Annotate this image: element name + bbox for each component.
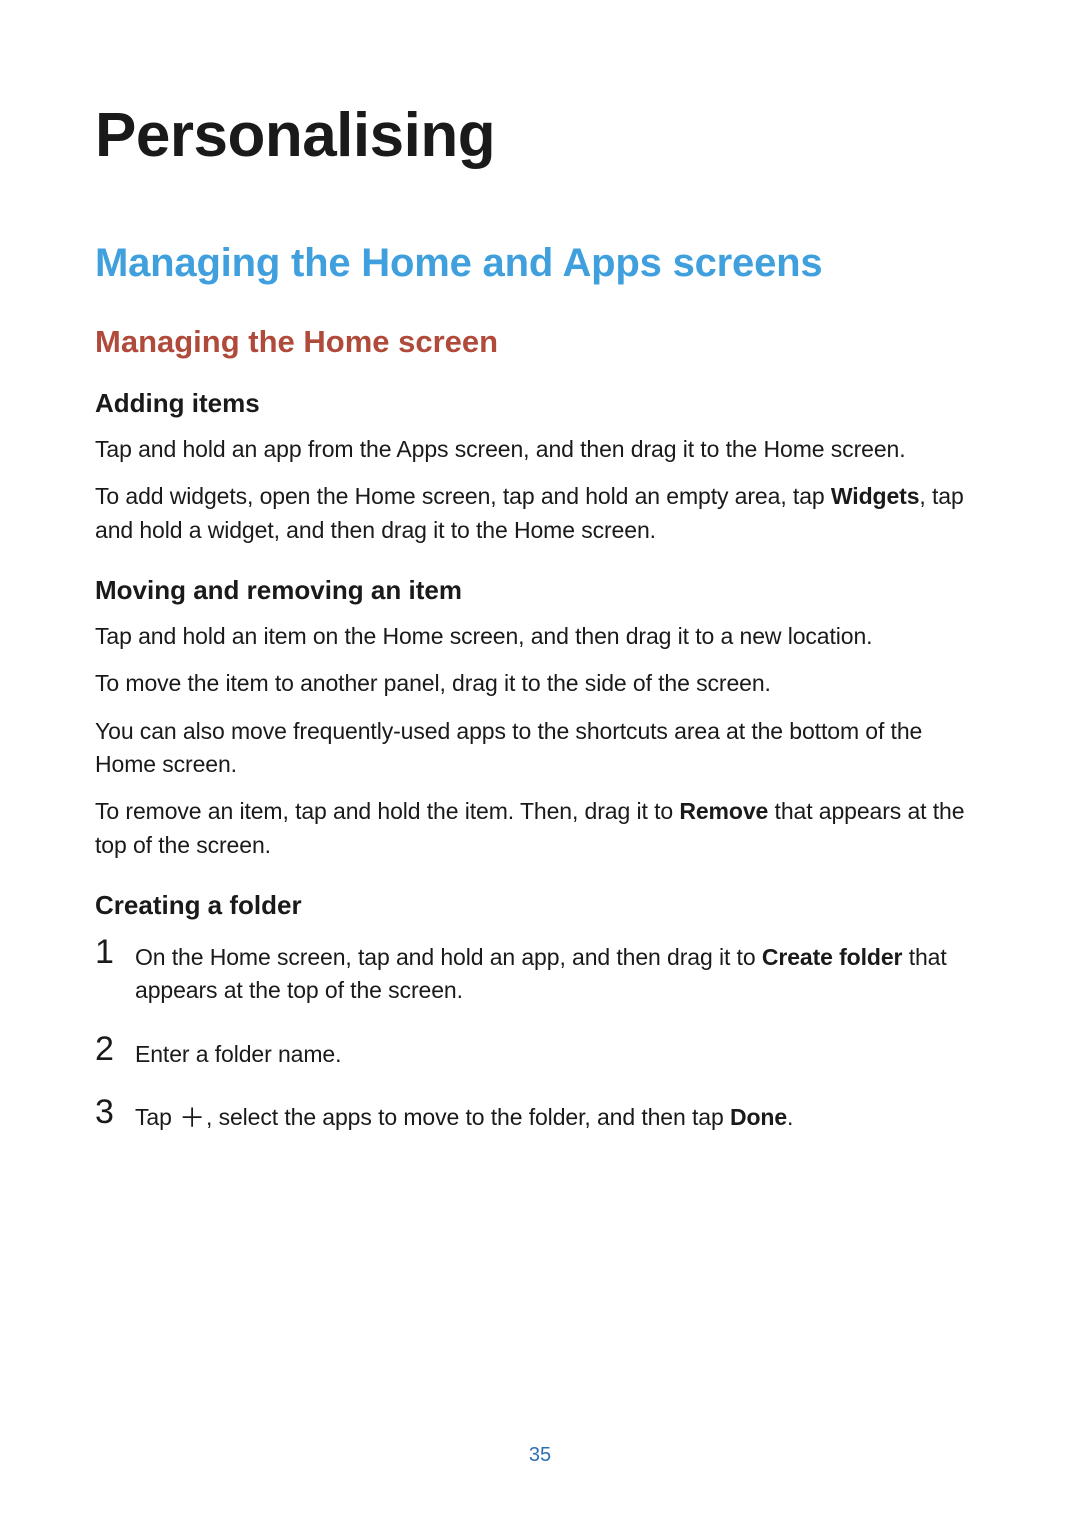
text-fragment: To add widgets, open the Home screen, ta… <box>95 483 831 509</box>
paragraph: To add widgets, open the Home screen, ta… <box>95 480 985 547</box>
text-fragment: , select the apps to move to the folder,… <box>206 1104 730 1130</box>
heading-adding-items: Adding items <box>95 388 985 419</box>
subsection-heading-managing-home: Managing the Home screen <box>95 324 985 360</box>
text-fragment: To remove an item, tap and hold the item… <box>95 798 679 824</box>
text-fragment: Tap <box>135 1104 178 1130</box>
step-number: 3 <box>95 1095 121 1129</box>
document-page: Personalising Managing the Home and Apps… <box>0 0 1080 1527</box>
text-fragment: On the Home screen, tap and hold an app,… <box>135 944 762 970</box>
step-item: 2 Enter a folder name. <box>95 1032 985 1071</box>
paragraph: Tap and hold an app from the Apps screen… <box>95 433 985 466</box>
section-adding-items: Adding items Tap and hold an app from th… <box>95 388 985 547</box>
text-fragment: . <box>787 1104 793 1130</box>
step-text: Tap ＋, select the apps to move to the fo… <box>135 1095 793 1134</box>
heading-moving-removing: Moving and removing an item <box>95 575 985 606</box>
section-heading-managing-home-apps: Managing the Home and Apps screens <box>95 241 985 286</box>
step-number: 1 <box>95 935 121 969</box>
bold-label-remove: Remove <box>679 798 768 824</box>
paragraph: To move the item to another panel, drag … <box>95 667 985 700</box>
plus-icon: ＋ <box>178 1109 206 1127</box>
bold-label-done: Done <box>730 1104 787 1130</box>
section-creating-folder: Creating a folder 1 On the Home screen, … <box>95 890 985 1134</box>
numbered-steps: 1 On the Home screen, tap and hold an ap… <box>95 935 985 1134</box>
heading-creating-folder: Creating a folder <box>95 890 985 921</box>
step-number: 2 <box>95 1032 121 1066</box>
paragraph: To remove an item, tap and hold the item… <box>95 795 985 862</box>
step-item: 3 Tap ＋, select the apps to move to the … <box>95 1095 985 1134</box>
bold-label-widgets: Widgets <box>831 483 920 509</box>
bold-label-create-folder: Create folder <box>762 944 903 970</box>
step-text: On the Home screen, tap and hold an app,… <box>135 935 985 1008</box>
step-item: 1 On the Home screen, tap and hold an ap… <box>95 935 985 1008</box>
step-text: Enter a folder name. <box>135 1032 341 1071</box>
page-title: Personalising <box>95 100 985 171</box>
page-number: 35 <box>0 1444 1080 1467</box>
paragraph: You can also move frequently-used apps t… <box>95 715 985 782</box>
section-moving-removing: Moving and removing an item Tap and hold… <box>95 575 985 862</box>
paragraph: Tap and hold an item on the Home screen,… <box>95 620 985 653</box>
